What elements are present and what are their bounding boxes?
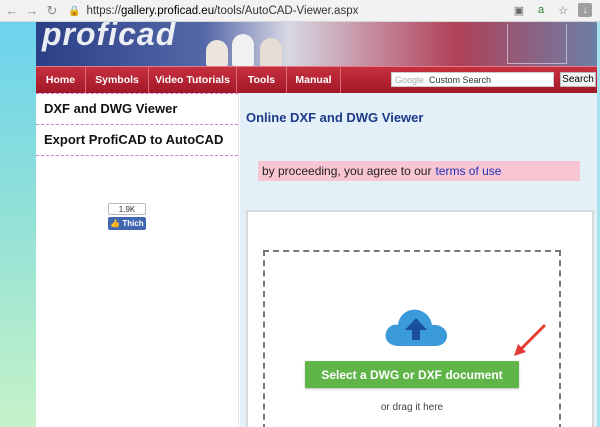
translate-icon[interactable]: ▣ (512, 3, 526, 17)
like-label: Thich (122, 219, 144, 228)
cloud-upload-icon (385, 309, 448, 346)
google-brand: Google (395, 74, 425, 85)
address-bar[interactable]: 🔒 https://gallery.proficad.eu/tools/Auto… (68, 2, 588, 20)
annotation-arrow-icon (514, 324, 546, 356)
search-button[interactable]: Search (560, 72, 596, 87)
extension-icon[interactable]: a (534, 3, 548, 17)
terms-of-use-link[interactable]: terms of use (435, 164, 501, 178)
lock-icon: 🔒 (68, 5, 81, 17)
banner-person-image (206, 40, 228, 66)
select-document-button[interactable]: Select a DWG or DXF document (305, 361, 519, 388)
forward-icon[interactable]: → (24, 3, 40, 19)
terms-notice: by proceeding, you agree to our terms of… (258, 161, 580, 181)
thumbs-up-icon: 👍 (110, 219, 121, 228)
notice-text: by proceeding, you agree to our (262, 164, 432, 178)
sidebar-item-export-autocad[interactable]: Export ProfiCAD to AutoCAD (36, 125, 238, 156)
sidebar-item-dxf-viewer[interactable]: DXF and DWG Viewer (36, 93, 238, 125)
search-placeholder: Custom Search (429, 74, 492, 85)
nav-video-tutorials[interactable]: Video Tutorials (149, 66, 237, 94)
nav-home[interactable]: Home (36, 66, 86, 94)
main-nav: Home Symbols Video Tutorials Tools Manua… (36, 66, 597, 94)
banner-person-image (260, 38, 282, 66)
main-content: Online DXF and DWG Viewer by proceeding,… (240, 93, 597, 427)
nav-tools[interactable]: Tools (237, 66, 287, 94)
page-title: Online DXF and DWG Viewer (246, 110, 424, 125)
drag-hint: or drag it here (380, 402, 444, 413)
facebook-like-widget: 1.9K 👍 Thich (108, 203, 146, 230)
star-icon[interactable]: ☆ (556, 3, 570, 17)
like-count: 1.9K (108, 203, 146, 215)
left-background (0, 22, 36, 427)
site-banner: proficad (36, 22, 597, 66)
banner-person-image (232, 34, 254, 66)
nav-symbols[interactable]: Symbols (86, 66, 149, 94)
banner-tower-image (507, 24, 567, 64)
search-input[interactable]: Google Custom Search (391, 72, 554, 87)
download-icon[interactable]: ↓ (578, 3, 592, 17)
like-button[interactable]: 👍 Thich (108, 217, 146, 230)
back-icon[interactable]: ← (4, 3, 20, 19)
nav-manual[interactable]: Manual (287, 66, 341, 94)
sidebar: DXF and DWG Viewer Export ProfiCAD to Au… (36, 93, 239, 427)
url-text: https://gallery.proficad.eu/tools/AutoCA… (86, 5, 359, 17)
reload-icon[interactable]: ↻ (44, 3, 60, 19)
browser-toolbar: ← → ↻ 🔒 https://gallery.proficad.eu/tool… (0, 0, 600, 22)
site-logo[interactable]: proficad (42, 22, 176, 53)
